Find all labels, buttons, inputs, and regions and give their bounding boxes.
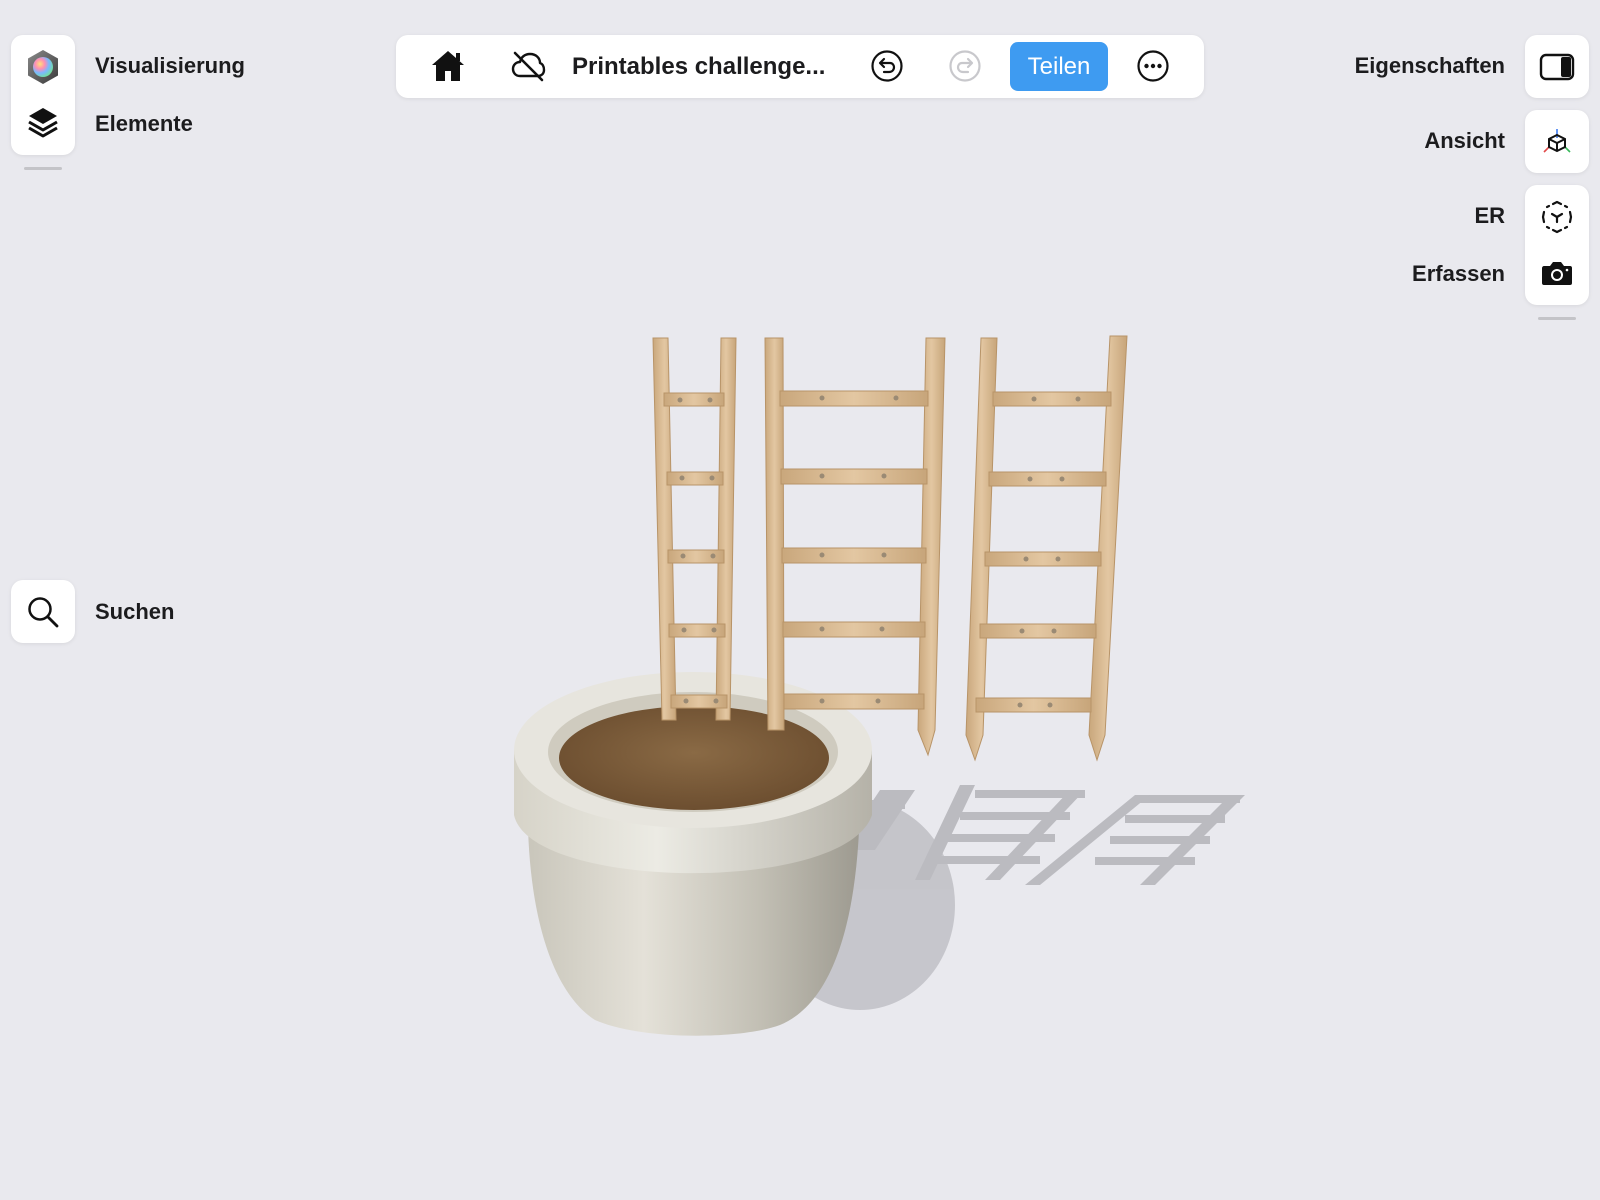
ladder-right [965, 335, 1128, 762]
undo-icon [871, 50, 903, 82]
ar-icon [1541, 200, 1573, 234]
left-panel [11, 35, 75, 155]
cloud-sync-button[interactable] [508, 46, 548, 86]
model-viewport[interactable] [0, 0, 1600, 1200]
search-label[interactable]: Suchen [95, 598, 174, 626]
visualization-button[interactable] [23, 47, 63, 87]
properties-button[interactable] [1525, 35, 1589, 98]
view-icon-wrap [1537, 122, 1577, 162]
search-icon-wrap [23, 592, 63, 632]
view-button[interactable] [1525, 110, 1589, 173]
ar-capture-panel [1525, 185, 1589, 305]
properties-label[interactable]: Eigenschaften [1355, 52, 1505, 80]
ar-button[interactable] [1537, 197, 1577, 237]
elements-button[interactable] [23, 103, 63, 143]
ar-label[interactable]: ER [1474, 202, 1505, 230]
layers-icon [28, 108, 58, 138]
view-label[interactable]: Ansicht [1424, 127, 1505, 155]
share-button[interactable]: Teilen [1010, 42, 1108, 91]
search-button[interactable] [11, 580, 75, 643]
more-button[interactable] [1133, 46, 1173, 86]
ladder-small [652, 337, 737, 721]
properties-icon-wrap [1537, 47, 1577, 87]
elements-label[interactable]: Elemente [95, 110, 193, 138]
redo-icon [949, 50, 981, 82]
left-panel-grabber[interactable] [24, 167, 62, 170]
view-cube-icon [1543, 129, 1571, 153]
visualization-label[interactable]: Visualisierung [95, 52, 245, 80]
sidebar-toggle-icon [1539, 53, 1575, 81]
home-icon [432, 51, 464, 81]
cloud-off-icon [511, 51, 546, 82]
redo-button[interactable] [945, 46, 985, 86]
document-title[interactable]: Printables challenge... [572, 35, 825, 98]
capture-label[interactable]: Erfassen [1412, 260, 1505, 288]
right-panel-grabber[interactable] [1538, 317, 1576, 320]
flower-pot [514, 672, 872, 1036]
more-icon [1137, 50, 1169, 82]
capture-button[interactable] [1537, 253, 1577, 293]
top-toolbar: Printables challenge... Teilen [396, 35, 1204, 98]
home-button[interactable] [428, 46, 468, 86]
camera-icon [1542, 262, 1572, 285]
undo-button[interactable] [867, 46, 907, 86]
search-icon [28, 597, 59, 628]
color-sphere-icon [28, 50, 58, 84]
